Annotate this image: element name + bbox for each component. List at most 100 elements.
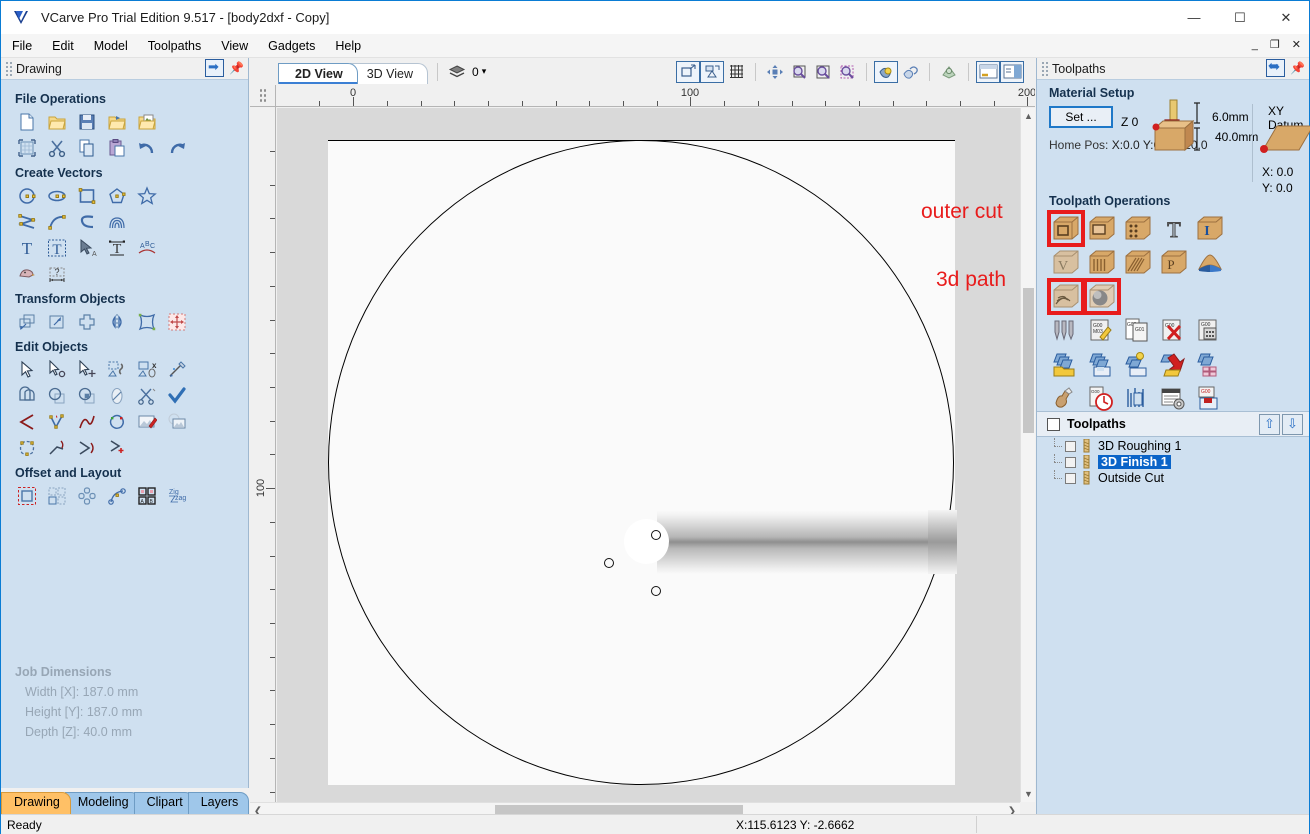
paste-icon[interactable] <box>105 136 129 160</box>
finish-machining-icon[interactable] <box>1083 278 1121 315</box>
zoom-extents-icon[interactable] <box>676 60 701 83</box>
add-nodes-icon[interactable] <box>15 436 39 460</box>
menu-item-edit[interactable]: Edit <box>43 36 83 56</box>
start-point-icon[interactable] <box>45 436 69 460</box>
fill-icon[interactable] <box>105 384 129 408</box>
zoom-out-icon[interactable] <box>811 61 835 83</box>
close-button[interactable]: ✕ <box>1263 1 1309 34</box>
chevron-down-icon[interactable]: ▾ <box>482 66 487 77</box>
mdi-close-button[interactable]: ✕ <box>1290 39 1303 52</box>
text-select-icon[interactable]: AB <box>75 236 99 260</box>
profile-toolpath-icon[interactable] <box>1047 210 1085 247</box>
pin-icon[interactable]: 📌 <box>229 61 244 75</box>
toolpath-list-item[interactable]: 3D Roughing 1 <box>1037 438 1309 454</box>
smooth-icon[interactable] <box>75 410 99 434</box>
dimension-icon[interactable]: ? <box>45 262 69 286</box>
tab-3d-view[interactable]: 3D View <box>349 63 429 84</box>
trace-bitmap-icon[interactable] <box>15 262 39 286</box>
copy-gcode-icon[interactable]: G00 G01 <box>1121 314 1155 347</box>
arrow-up-icon[interactable]: ⇧ <box>1259 413 1280 435</box>
vector-node-top[interactable] <box>651 530 661 540</box>
zoom-selection-icon[interactable] <box>835 61 859 83</box>
array-copy-icon[interactable] <box>45 484 69 508</box>
delete-gcode-icon[interactable]: G00 <box>1157 314 1191 347</box>
prism-carving-icon[interactable]: V <box>1049 246 1083 279</box>
split-view-icon[interactable] <box>976 60 1001 83</box>
trim-icon[interactable] <box>75 384 99 408</box>
undo-icon[interactable] <box>135 136 159 160</box>
align-icon[interactable] <box>165 310 189 334</box>
fluting-toolpath-icon[interactable] <box>1085 246 1119 279</box>
auto-hide-arrow-icon[interactable]: ⬅ <box>1266 58 1286 77</box>
tab-layers[interactable]: Layers <box>187 792 250 814</box>
mirror-icon[interactable] <box>105 310 129 334</box>
tab-drawing[interactable]: Drawing <box>1 792 71 814</box>
curve-icon[interactable] <box>75 210 99 234</box>
toggle-grid-icon[interactable] <box>724 61 748 83</box>
distort-icon[interactable] <box>135 310 159 334</box>
star-icon[interactable] <box>135 184 159 208</box>
design-canvas[interactable] <box>277 108 1020 802</box>
tab-clipart[interactable]: Clipart <box>133 792 194 814</box>
maximize-button[interactable]: ☐ <box>1217 1 1263 34</box>
moulding-toolpath-icon[interactable]: P <box>1157 246 1191 279</box>
circle-icon[interactable] <box>15 184 39 208</box>
create-text-icon[interactable]: T <box>15 236 39 260</box>
zoom-in-icon[interactable] <box>787 61 811 83</box>
copy-along-curve-icon[interactable] <box>105 484 129 508</box>
tab-2d-view[interactable]: 2D View <box>278 63 358 84</box>
join-vectors-icon[interactable] <box>105 358 129 382</box>
toolpath-list-item[interactable]: 3D Finish 1 <box>1037 454 1309 470</box>
vertical-scroll-thumb[interactable] <box>1023 288 1034 433</box>
dock-view-icon[interactable] <box>1000 60 1025 83</box>
toolpaths-visibility-checkbox[interactable] <box>1047 417 1060 431</box>
toolpath-checkbox[interactable] <box>1065 456 1076 468</box>
new-file-icon[interactable] <box>15 110 39 134</box>
simulate-toolpath-icon[interactable] <box>1157 348 1191 381</box>
inlay-toolpath-icon[interactable]: I <box>1193 212 1227 245</box>
move-node-icon[interactable] <box>75 358 99 382</box>
measure-icon[interactable] <box>165 358 189 382</box>
move-icon[interactable] <box>15 310 39 334</box>
arc-icon[interactable] <box>45 210 69 234</box>
offset-icon[interactable] <box>15 484 39 508</box>
pin-icon[interactable]: 📌 <box>1290 61 1305 75</box>
ellipse-icon[interactable] <box>45 184 69 208</box>
save-toolpath-icon[interactable] <box>1085 348 1119 381</box>
menu-item-help[interactable]: Help <box>326 36 370 56</box>
import-vectors-icon[interactable] <box>105 110 129 134</box>
redo-icon[interactable] <box>165 136 189 160</box>
pan-icon[interactable] <box>763 61 787 83</box>
zoom-drawing-icon[interactable] <box>700 60 725 83</box>
menu-item-model[interactable]: Model <box>85 36 137 56</box>
snap-grid-icon[interactable] <box>898 61 922 83</box>
import-bitmap-icon[interactable] <box>135 110 159 134</box>
mdi-restore-button[interactable]: ❐ <box>1268 39 1282 52</box>
close-vector-icon[interactable]: x <box>135 358 159 382</box>
insert-point-icon[interactable] <box>105 436 129 460</box>
drilling-toolpath-icon[interactable] <box>1121 212 1155 245</box>
node-edit-icon[interactable] <box>45 358 69 382</box>
estimate-gcode-icon[interactable]: G00 <box>1193 314 1227 347</box>
copy-icon[interactable] <box>75 136 99 160</box>
menu-item-gadgets[interactable]: Gadgets <box>259 36 324 56</box>
check-geometry-icon[interactable] <box>165 384 189 408</box>
trim-vectors-icon[interactable] <box>135 384 159 408</box>
layers-icon[interactable] <box>445 61 469 83</box>
menu-item-view[interactable]: View <box>212 36 257 56</box>
scale-icon[interactable] <box>45 310 69 334</box>
wrapping-icon[interactable] <box>1193 246 1227 279</box>
rough-machining-icon[interactable] <box>1047 278 1085 315</box>
vector-circle[interactable] <box>328 140 954 785</box>
menu-item-file[interactable]: File <box>3 36 41 56</box>
snap-icon[interactable] <box>874 60 899 83</box>
open-toolpath-icon[interactable] <box>1049 348 1083 381</box>
vector-node-left[interactable] <box>604 558 614 568</box>
vcarve-toolpath-icon[interactable]: T <box>1157 212 1191 245</box>
scroll-down-arrow-icon[interactable]: ▼ <box>1021 786 1036 802</box>
subtract-icon[interactable] <box>45 384 69 408</box>
polyline-icon[interactable] <box>15 210 39 234</box>
toolpath-list-item[interactable]: Outside Cut <box>1037 470 1309 486</box>
canvas-vertical-scrollbar[interactable]: ▲ ▼ <box>1020 108 1035 802</box>
menu-item-toolpaths[interactable]: Toolpaths <box>139 36 211 56</box>
